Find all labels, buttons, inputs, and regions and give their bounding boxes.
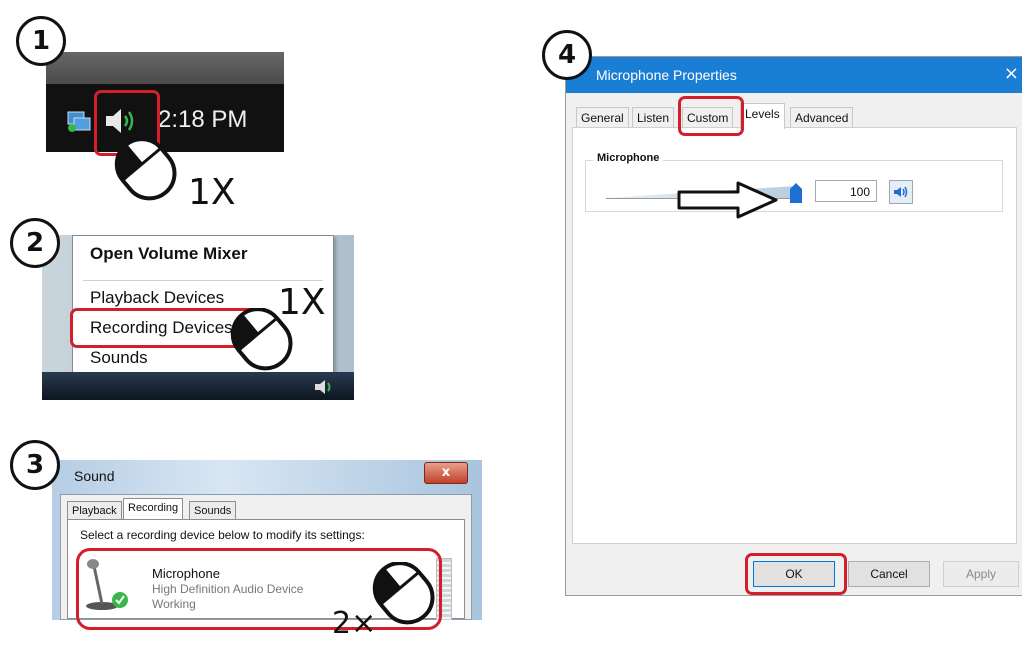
window-title: Microphone Properties — [596, 67, 737, 83]
clock-text: 2:18 PM — [158, 106, 248, 133]
tab-general[interactable]: General — [576, 107, 629, 129]
tab-levels[interactable]: Levels — [740, 103, 785, 129]
speaker-icon — [894, 186, 908, 198]
dialog-client: General Listen Custom Levels Advanced Mi… — [566, 93, 1022, 595]
tab-playback[interactable]: Playback — [67, 501, 122, 521]
title-bar: Microphone Properties × — [566, 57, 1022, 93]
ok-button-highlight — [745, 553, 847, 595]
tray-speaker-icon[interactable] — [314, 378, 340, 396]
close-button[interactable]: x — [424, 462, 468, 484]
microphone-properties-dialog: Microphone Properties × General Listen C… — [565, 56, 1022, 596]
taskbar-top-strip — [46, 52, 284, 84]
arrow-icon — [677, 181, 778, 219]
close-icon[interactable]: × — [1004, 63, 1019, 84]
tab-sounds[interactable]: Sounds — [189, 501, 237, 521]
group-label: Microphone — [593, 152, 664, 164]
mouse-icon — [104, 138, 187, 211]
network-icon[interactable] — [66, 108, 92, 134]
tab-recording[interactable]: Recording — [123, 498, 184, 520]
menu-item-playback-devices[interactable]: Playback Devices — [90, 288, 224, 308]
levels-page: Microphone 100 — [572, 127, 1017, 544]
custom-tab-highlight — [678, 96, 744, 136]
taskbar — [42, 372, 354, 400]
level-value-field[interactable]: 100 — [815, 180, 877, 202]
cancel-button[interactable]: Cancel — [848, 561, 930, 587]
taskbar-tray-panel: 2:18 PM — [46, 52, 284, 152]
window-title: Sound — [74, 468, 115, 484]
click-count-label: 2× — [332, 606, 377, 641]
tab-advanced[interactable]: Advanced — [790, 107, 854, 129]
tab-listen[interactable]: Listen — [632, 107, 675, 129]
instruction-text: Select a recording device below to modif… — [80, 528, 365, 542]
menu-item-sounds[interactable]: Sounds — [90, 348, 148, 368]
step-badge-2: 2 — [10, 218, 60, 268]
step-badge-1: 1 — [16, 16, 66, 66]
menu-item-open-volume-mixer[interactable]: Open Volume Mixer — [90, 244, 247, 264]
click-count-label: 1X — [188, 172, 236, 213]
step-badge-3: 3 — [10, 440, 60, 490]
click-count-label: 1X — [278, 282, 326, 323]
apply-button[interactable]: Apply — [943, 561, 1019, 587]
mute-speaker-button[interactable] — [889, 180, 913, 204]
step-badge-4: 4 — [542, 30, 592, 80]
menu-separator — [83, 280, 323, 281]
